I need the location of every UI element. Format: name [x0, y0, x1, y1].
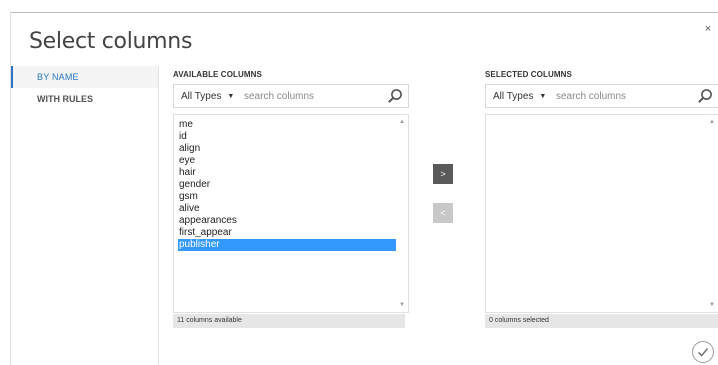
list-item[interactable]: eye	[178, 155, 396, 167]
search-icon[interactable]	[384, 85, 406, 107]
list-item[interactable]: first_appear	[178, 227, 396, 239]
list-item[interactable]: align	[178, 143, 396, 155]
scroll-down-arrow-icon[interactable]: ▼	[398, 302, 406, 308]
list-item[interactable]: me	[178, 119, 396, 131]
list-item[interactable]: id	[178, 131, 396, 143]
list-item[interactable]: appearances	[178, 215, 396, 227]
mode-nav: BY NAME WITH RULES	[11, 66, 159, 365]
list-item[interactable]: hair	[178, 167, 396, 179]
available-columns-header: AVAILABLE COLUMNS	[173, 70, 262, 79]
checkmark-icon	[697, 347, 709, 357]
triangle-down-icon: ▼	[539, 92, 547, 100]
list-item[interactable]: alive	[178, 203, 396, 215]
available-type-filter[interactable]: All Types ▼	[174, 91, 244, 102]
nav-item-with-rules[interactable]: WITH RULES	[11, 88, 158, 110]
search-icon[interactable]	[694, 85, 716, 107]
available-columns-items: me id align eye hair gender gsm alive appearance…	[178, 119, 396, 251]
scroll-up-arrow-icon[interactable]: ▲	[708, 119, 716, 125]
selected-columns-header: SELECTED COLUMNS	[485, 70, 572, 79]
remove-column-button[interactable]: <	[433, 203, 453, 223]
triangle-down-icon: ▼	[227, 92, 235, 100]
available-search-input[interactable]	[244, 90, 384, 102]
selected-columns-status: 0 columns selected	[485, 314, 718, 328]
selected-search-input[interactable]	[556, 90, 694, 102]
list-item[interactable]: gender	[178, 179, 396, 191]
available-type-filter-label: All Types	[181, 90, 222, 102]
scroll-up-arrow-icon[interactable]: ▲	[398, 119, 406, 125]
list-item[interactable]: publisher	[178, 239, 396, 251]
selected-type-filter[interactable]: All Types ▼	[486, 91, 556, 102]
available-columns-status: 11 columns available	[173, 314, 405, 328]
close-icon[interactable]: ×	[702, 23, 714, 35]
selected-columns-list[interactable]: ▲ ▼	[485, 114, 718, 313]
add-column-button[interactable]: >	[433, 164, 453, 184]
available-columns-list[interactable]: me id align eye hair gender gsm alive appearance…	[173, 114, 409, 313]
nav-item-by-name[interactable]: BY NAME	[11, 66, 158, 88]
selected-type-filter-label: All Types	[493, 90, 534, 102]
select-columns-dialog: Select columns × BY NAME WITH RULES AVAI…	[10, 12, 718, 365]
scroll-down-arrow-icon[interactable]: ▼	[708, 302, 716, 308]
selected-search-bar: All Types ▼	[485, 84, 718, 108]
dialog-title: Select columns	[29, 29, 193, 54]
available-search-bar: All Types ▼	[173, 84, 409, 108]
list-item[interactable]: gsm	[178, 191, 396, 203]
ok-button[interactable]	[692, 341, 714, 363]
